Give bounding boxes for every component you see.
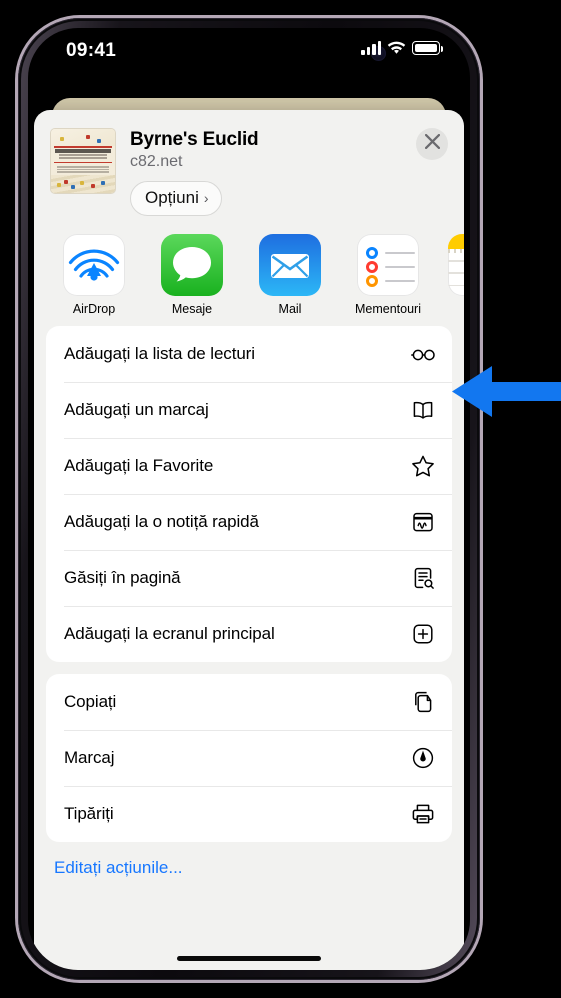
action-row-find-in-page[interactable]: Găsiți în pagină [46,550,452,606]
glasses-icon [410,341,436,367]
action-row-markup[interactable]: Marcaj [46,730,452,786]
share-target-label: Mesaje [171,302,213,316]
action-group-2: Copiați Marcaj Tipăriți [46,674,452,842]
star-icon [410,453,436,479]
cellular-bars-icon [361,41,381,55]
document-title: Byrne's Euclid [130,129,259,150]
action-row-copy[interactable]: Copiați [46,674,452,730]
action-label: Adăugați la Favorite [64,456,214,475]
status-bar-indicators [361,41,444,55]
action-row-add-to-home[interactable]: Adăugați la ecranul principal [46,606,452,662]
share-target-label: AirDrop [72,302,116,316]
phone-screen: 09:41 Byrne's Euclid c82.net Opțiuni › A… [28,28,470,970]
print-icon [410,801,436,827]
messages-icon [161,234,223,296]
action-label: Adăugați la lista de lecturi [64,344,255,363]
options-button[interactable]: Opțiuni › [130,181,222,216]
chevron-right-icon: › [203,190,209,206]
book-cover-thumbnail [50,128,116,194]
action-label: Tipăriți [64,804,114,823]
share-target-notes[interactable] [448,234,464,316]
share-targets-row[interactable]: AirDrop Mesaje Mail Mementouri [34,226,464,326]
share-sheet: Byrne's Euclid c82.net Opțiuni › AirDrop… [34,110,464,970]
document-info: Byrne's Euclid c82.net Opțiuni › [130,128,448,216]
share-target-mail[interactable]: Mail [252,234,328,316]
status-bar: 09:41 [28,28,470,80]
action-label: Găsiți în pagină [64,568,181,587]
close-button[interactable] [416,128,448,160]
wifi-icon [387,41,406,55]
airdrop-icon [63,234,125,296]
reminders-icon [357,234,419,296]
battery-full-icon [412,41,444,55]
markup-icon [410,745,436,771]
close-icon [424,133,440,154]
dynamic-island [186,38,312,71]
phone-frame: 09:41 Byrne's Euclid c82.net Opțiuni › A… [18,18,480,980]
action-row-reading-list[interactable]: Adăugați la lista de lecturi [46,326,452,382]
home-indicator[interactable] [177,956,321,961]
action-group-1: Adăugați la lista de lecturi Adăugați un… [46,326,452,662]
options-button-label: Opțiuni [145,188,199,207]
action-label: Adăugați la ecranul principal [64,624,275,643]
screenshot-stage: 09:41 Byrne's Euclid c82.net Opțiuni › A… [0,0,561,998]
action-label: Adăugați la o notiță rapidă [64,512,259,531]
action-label: Marcaj [64,748,115,767]
action-row-quick-note[interactable]: Adăugați la o notiță rapidă [46,494,452,550]
copy-icon [410,689,436,715]
edit-actions-link[interactable]: Editați acțiunile... [34,854,464,878]
status-bar-time: 09:41 [66,40,117,61]
action-row-bookmark[interactable]: Adăugați un marcaj [46,382,452,438]
mail-icon [259,234,321,296]
share-target-label: Mail [278,302,302,316]
book-icon [410,397,436,423]
document-domain: c82.net [130,153,183,170]
share-sheet-header: Byrne's Euclid c82.net Opțiuni › [34,110,464,226]
add-to-home-icon [410,621,436,647]
find-in-page-icon [410,565,436,591]
share-target-messages[interactable]: Mesaje [154,234,230,316]
share-target-label: Mementouri [355,302,421,316]
notes-icon [448,234,464,296]
quick-note-icon [410,509,436,535]
share-target-reminders[interactable]: Mementouri [350,234,426,316]
action-row-print[interactable]: Tipăriți [46,786,452,842]
action-label: Adăugați un marcaj [64,400,209,419]
action-row-favorites[interactable]: Adăugați la Favorite [46,438,452,494]
action-label: Copiați [64,692,117,711]
share-target-airdrop[interactable]: AirDrop [56,234,132,316]
